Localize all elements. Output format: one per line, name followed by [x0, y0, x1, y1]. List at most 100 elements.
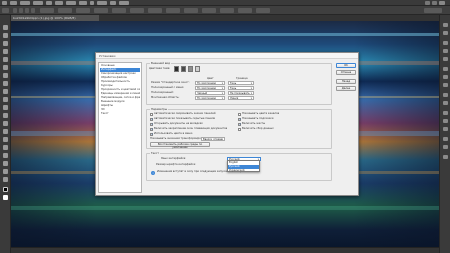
- checkbox-tooltips[interactable]: [238, 118, 242, 121]
- restore-workspaces-button[interactable]: Восстановить рабочие среды по умолчанию: [150, 142, 210, 149]
- next-button[interactable]: Далее: [336, 86, 356, 91]
- panel-icon[interactable]: [443, 137, 448, 141]
- standard-screen-border-select[interactable]: Тень ▾: [228, 81, 254, 85]
- option-field[interactable]: [202, 8, 216, 13]
- cancel-button[interactable]: Отмена: [336, 70, 356, 75]
- background-color-icon[interactable]: [3, 195, 8, 200]
- eyedropper-tool-icon[interactable]: [3, 65, 8, 70]
- close-icon[interactable]: [439, 1, 445, 5]
- tool-preset-icon[interactable]: [2, 8, 9, 13]
- option-field[interactable]: [166, 8, 180, 13]
- panel-icon[interactable]: [443, 101, 448, 105]
- dropdown-option-ukrainian[interactable]: Украинский: [228, 169, 259, 173]
- theme-swatch-light[interactable]: [195, 66, 200, 72]
- checkbox-floating-docking[interactable]: [150, 128, 154, 131]
- panel-icon[interactable]: [443, 31, 448, 35]
- fullscreen-border-select[interactable]: Не показывать ▾: [228, 91, 254, 95]
- artboard-color-select[interactable]: По умолчанию ▾: [195, 96, 225, 100]
- panel-icon[interactable]: [443, 67, 448, 71]
- ok-button[interactable]: OK: [336, 63, 356, 68]
- panel-icon[interactable]: [443, 49, 448, 53]
- quick-select-tool-icon[interactable]: [3, 49, 8, 54]
- menu-item-image[interactable]: [33, 1, 43, 5]
- checkbox-channel-colors[interactable]: [238, 113, 241, 116]
- menu-item-window[interactable]: [110, 1, 116, 5]
- theme-swatch-darkest[interactable]: [174, 66, 179, 72]
- menu-item-type[interactable]: [55, 1, 63, 5]
- panel-icon[interactable]: [443, 145, 448, 149]
- fullscreen-menus-border-select[interactable]: Тень ▾: [228, 86, 254, 90]
- panel-icon[interactable]: [443, 75, 448, 79]
- menu-item-help[interactable]: [119, 1, 129, 5]
- checkbox-gestures[interactable]: [238, 123, 242, 126]
- fullscreen-menus-color-select[interactable]: По умолчанию ▾: [195, 86, 225, 90]
- clone-stamp-tool-icon[interactable]: [3, 89, 8, 94]
- brush-tool-icon[interactable]: [3, 81, 8, 86]
- option-button[interactable]: [25, 8, 29, 13]
- panel-icon[interactable]: [443, 127, 448, 131]
- menu-item-file[interactable]: [10, 1, 17, 5]
- menu-item-filter[interactable]: [79, 1, 87, 5]
- checkbox-data-collection[interactable]: [238, 128, 241, 131]
- panel-icon[interactable]: [443, 155, 448, 159]
- panel-icon[interactable]: [443, 83, 448, 87]
- option-button[interactable]: [19, 8, 23, 13]
- zoom-tool-icon[interactable]: [3, 177, 8, 182]
- option-field[interactable]: [148, 8, 162, 13]
- option-button[interactable]: [13, 8, 17, 13]
- panel-icon[interactable]: [443, 57, 448, 61]
- maximize-icon[interactable]: [432, 1, 437, 5]
- option-field[interactable]: [112, 8, 126, 13]
- standard-screen-color-select[interactable]: По умолчанию ▾: [195, 81, 225, 85]
- theme-swatch-medium[interactable]: [188, 66, 193, 72]
- minimize-icon[interactable]: [425, 1, 430, 5]
- option-field[interactable]: [256, 8, 270, 13]
- gradient-tool-icon[interactable]: [3, 113, 8, 118]
- artboard-border-select[interactable]: Линия ▾: [228, 96, 254, 100]
- pen-tool-icon[interactable]: [3, 137, 8, 142]
- crop-tool-icon[interactable]: [3, 57, 8, 62]
- option-field[interactable]: [238, 8, 252, 13]
- dodge-tool-icon[interactable]: [3, 129, 8, 134]
- option-field[interactable]: [184, 8, 198, 13]
- panel-icon[interactable]: [443, 41, 448, 45]
- workspace-switcher[interactable]: [424, 8, 442, 13]
- checkbox-open-as-tabs[interactable]: [150, 123, 154, 126]
- foreground-color-icon[interactable]: [3, 187, 8, 192]
- blur-tool-icon[interactable]: [3, 121, 8, 126]
- checkbox-auto-show-hidden[interactable]: [150, 118, 154, 121]
- menu-item-layer[interactable]: [46, 1, 52, 5]
- option-button[interactable]: [31, 8, 35, 13]
- option-field[interactable]: [220, 8, 234, 13]
- option-field[interactable]: [94, 8, 108, 13]
- menu-item-select[interactable]: [66, 1, 76, 5]
- move-tool-icon[interactable]: [3, 25, 8, 30]
- option-field[interactable]: [40, 8, 54, 13]
- option-field[interactable]: [58, 8, 72, 13]
- panel-icon[interactable]: [443, 119, 448, 123]
- path-selection-tool-icon[interactable]: [3, 153, 8, 158]
- menu-item-3d[interactable]: [90, 1, 94, 5]
- history-brush-tool-icon[interactable]: [3, 97, 8, 102]
- option-field[interactable]: [76, 8, 90, 13]
- panel-icon[interactable]: [443, 23, 448, 27]
- theme-swatch-dark[interactable]: [181, 66, 186, 72]
- healing-brush-tool-icon[interactable]: [3, 73, 8, 78]
- menu-item-view[interactable]: [97, 1, 107, 5]
- hand-tool-icon[interactable]: [3, 169, 8, 174]
- option-field[interactable]: [130, 8, 144, 13]
- type-tool-icon[interactable]: [3, 145, 8, 150]
- nav-item-text[interactable]: Текст: [100, 112, 140, 116]
- transform-values-select[interactable]: Вверху справа ▾: [201, 137, 225, 141]
- eraser-tool-icon[interactable]: [3, 105, 8, 110]
- lasso-tool-icon[interactable]: [3, 41, 8, 46]
- checkbox-auto-collapse[interactable]: [150, 113, 153, 116]
- menu-item-edit[interactable]: [20, 1, 30, 5]
- panel-icon[interactable]: [443, 111, 448, 115]
- prev-button[interactable]: Назад: [336, 79, 356, 84]
- fullscreen-color-select[interactable]: Черный ▾: [195, 91, 225, 95]
- marquee-tool-icon[interactable]: [3, 33, 8, 38]
- checkbox-menu-colors[interactable]: [150, 133, 154, 136]
- panel-icon[interactable]: [443, 93, 448, 97]
- shape-tool-icon[interactable]: [3, 161, 8, 166]
